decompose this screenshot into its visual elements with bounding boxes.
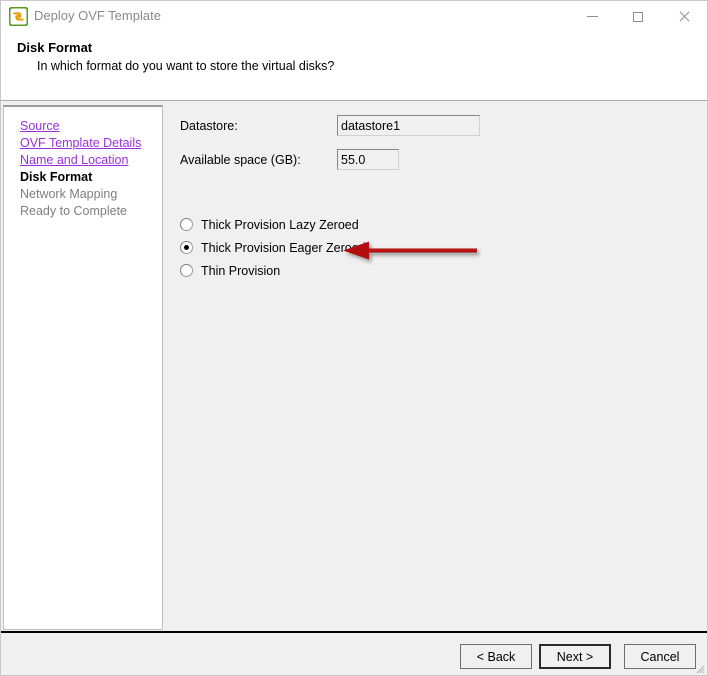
radio-thin-provision[interactable]: Thin Provision — [180, 259, 500, 282]
ovf-template-icon — [8, 6, 29, 27]
available-space-field[interactable] — [337, 149, 399, 170]
radio-icon — [180, 264, 193, 277]
window-controls — [569, 1, 707, 32]
page-header: Disk Format In which format do you want … — [1, 32, 707, 101]
sidebar-item-disk-format: Disk Format — [20, 170, 93, 184]
radio-label: Thick Provision Lazy Zeroed — [201, 217, 359, 232]
page-title: Disk Format — [17, 40, 93, 55]
minimize-icon — [586, 16, 598, 17]
disk-format-radio-group: Thick Provision Lazy Zeroed Thick Provis… — [180, 213, 500, 282]
cancel-button[interactable]: Cancel — [624, 644, 696, 669]
window-title: Deploy OVF Template — [34, 8, 161, 23]
wizard-steps-panel: Source OVF Template Details Name and Loc… — [3, 105, 163, 630]
title-bar: Deploy OVF Template — [1, 1, 707, 32]
radio-icon-selected — [180, 241, 193, 254]
minimize-button[interactable] — [569, 1, 615, 32]
radio-icon — [180, 218, 193, 231]
maximize-icon — [633, 11, 643, 22]
maximize-button[interactable] — [615, 1, 661, 32]
page-subtitle: In which format do you want to store the… — [37, 59, 335, 73]
close-icon — [678, 11, 690, 23]
sidebar-item-ready-to-complete: Ready to Complete — [20, 204, 128, 218]
radio-label: Thin Provision — [201, 263, 281, 278]
radio-thick-provision-eager-zeroed[interactable]: Thick Provision Eager Zeroed — [180, 236, 500, 259]
radio-label: Thick Provision Eager Zeroed — [201, 240, 366, 255]
sidebar-item-source[interactable]: Source — [20, 118, 162, 134]
radio-thick-provision-lazy-zeroed[interactable]: Thick Provision Lazy Zeroed — [180, 213, 500, 236]
next-button[interactable]: Next > — [539, 644, 611, 669]
wizard-steps-list: Source OVF Template Details Name and Loc… — [20, 118, 162, 220]
wizard-body: Source OVF Template Details Name and Loc… — [1, 101, 707, 631]
deploy-ovf-template-window: Deploy OVF Template Disk Format In which… — [0, 0, 708, 676]
available-space-label: Available space (GB): — [180, 153, 301, 167]
disk-format-content: Datastore: Available space (GB): Thick P… — [165, 101, 707, 631]
datastore-field[interactable] — [337, 115, 480, 136]
close-button[interactable] — [661, 1, 707, 32]
back-button[interactable]: < Back — [460, 644, 532, 669]
sidebar-item-ovf-template-details[interactable]: OVF Template Details — [20, 135, 162, 151]
resize-grip-icon[interactable] — [693, 662, 705, 674]
wizard-footer: < Back Next > Cancel — [1, 633, 707, 675]
datastore-label: Datastore: — [180, 119, 238, 133]
sidebar-item-name-and-location[interactable]: Name and Location — [20, 152, 162, 168]
sidebar-item-network-mapping: Network Mapping — [20, 187, 118, 201]
